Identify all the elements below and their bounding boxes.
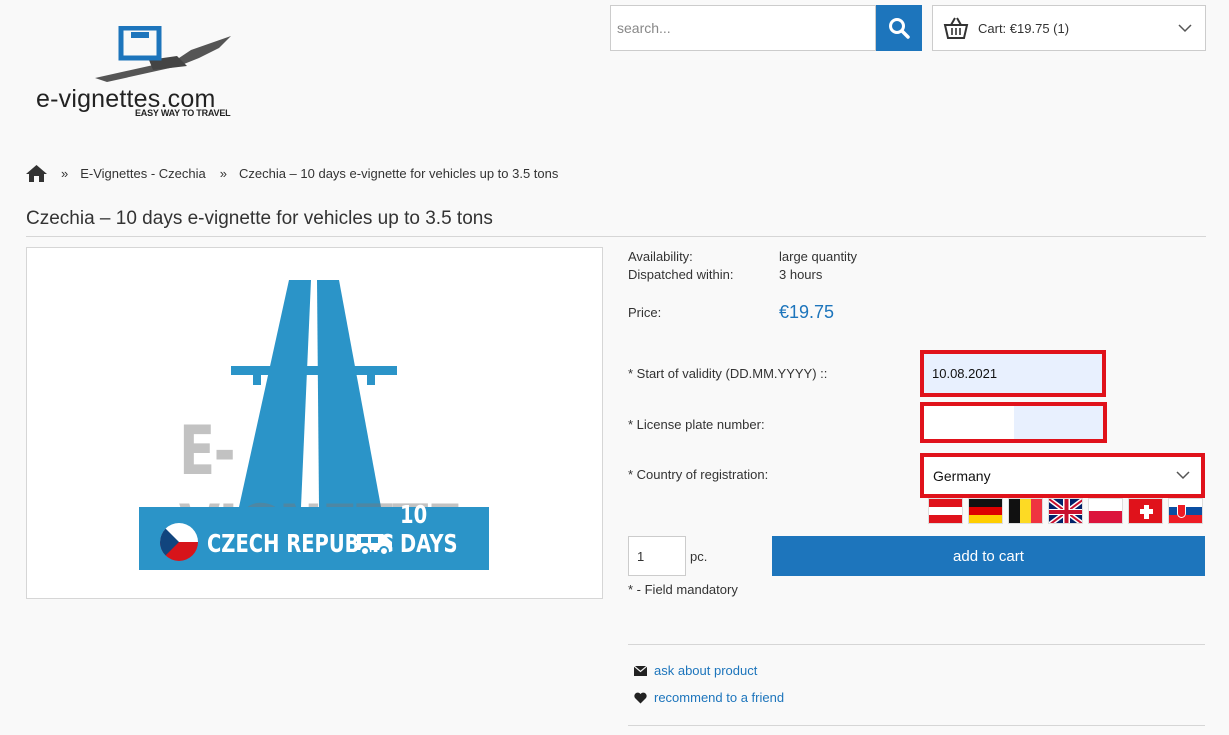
mandatory-note: * - Field mandatory	[628, 582, 738, 597]
start-validity-field[interactable]: 10.08.2021	[924, 354, 1102, 393]
quantity-unit: pc.	[690, 549, 708, 564]
country-label: * Country of registration:	[628, 467, 769, 482]
dispatch-value: 3 hours	[779, 267, 823, 282]
site-logo[interactable]: e-vignettes.com EASY WAY TO TRAVEL	[36, 26, 246, 123]
country-select[interactable]: Germany	[924, 457, 1201, 494]
slovakia-flag-icon[interactable]	[1168, 498, 1203, 524]
divider	[26, 236, 1206, 237]
poland-flag-icon[interactable]	[1088, 498, 1123, 524]
country-flags	[928, 498, 1203, 524]
availability-value: large quantity	[779, 249, 858, 264]
breadcrumb-separator: »	[61, 166, 69, 181]
breadcrumb: » E-Vignettes - Czechia » Czechia – 10 d…	[26, 164, 558, 183]
chevron-down-icon	[1178, 24, 1192, 33]
germany-flag-icon[interactable]	[968, 498, 1003, 524]
cart-label: Cart: €19.75 (1)	[978, 20, 1070, 36]
road-logo-icon	[95, 26, 231, 82]
vignette-graphic: E-VIGNETTE CZECH REPUBLIC 10 DAYS	[139, 280, 489, 570]
page-title: Czechia – 10 days e-vignette for vehicle…	[26, 208, 493, 229]
license-plate-field[interactable]	[924, 406, 1103, 439]
basket-icon	[943, 17, 969, 39]
breadcrumb-separator: »	[219, 166, 227, 181]
recommend-to-friend-link[interactable]: recommend to a friend	[634, 690, 784, 705]
cart-dropdown[interactable]: Cart: €19.75 (1)	[932, 5, 1206, 51]
czech-flag-icon	[160, 523, 198, 561]
quantity-input[interactable]: 1	[628, 536, 686, 576]
price-value: €19.75	[779, 302, 835, 322]
ask-about-product-label: ask about product	[654, 663, 758, 678]
envelope-icon	[634, 665, 647, 676]
van-icon	[357, 534, 392, 556]
divider	[628, 725, 1205, 726]
breadcrumb-current: Czechia – 10 days e-vignette for vehicle…	[238, 166, 559, 181]
country-select-value: Germany	[933, 467, 991, 484]
dispatch-label: Dispatched within:	[628, 267, 734, 282]
home-icon[interactable]	[26, 164, 47, 183]
breadcrumb-category[interactable]: E-Vignettes - Czechia	[80, 166, 206, 181]
vignette-duration: 10 DAYS	[400, 500, 458, 558]
logo-tagline: EASY WAY TO TRAVEL	[135, 108, 231, 118]
divider	[628, 644, 1205, 645]
heart-icon	[634, 692, 647, 703]
product-image[interactable]: E-VIGNETTE CZECH REPUBLIC 10 DAYS	[26, 247, 603, 599]
availability-label: Availability:	[628, 249, 693, 264]
switzerland-flag-icon[interactable]	[1128, 498, 1163, 524]
start-validity-label: * Start of validity (DD.MM.YYYY) ::	[628, 366, 828, 381]
search-input[interactable]	[610, 5, 876, 51]
belgium-flag-icon[interactable]	[1008, 498, 1043, 524]
austria-flag-icon[interactable]	[928, 498, 963, 524]
add-to-cart-button[interactable]: add to cart	[772, 536, 1205, 576]
search-button[interactable]	[876, 5, 922, 51]
search-icon	[889, 18, 910, 39]
search-bar	[610, 5, 922, 51]
price-label: Price:	[628, 305, 662, 320]
chevron-down-icon	[1176, 471, 1190, 480]
uk-flag-icon[interactable]	[1048, 498, 1083, 524]
recommend-to-friend-label: recommend to a friend	[654, 690, 785, 705]
license-plate-label: * License plate number:	[628, 417, 765, 432]
ask-about-product-link[interactable]: ask about product	[634, 663, 757, 678]
